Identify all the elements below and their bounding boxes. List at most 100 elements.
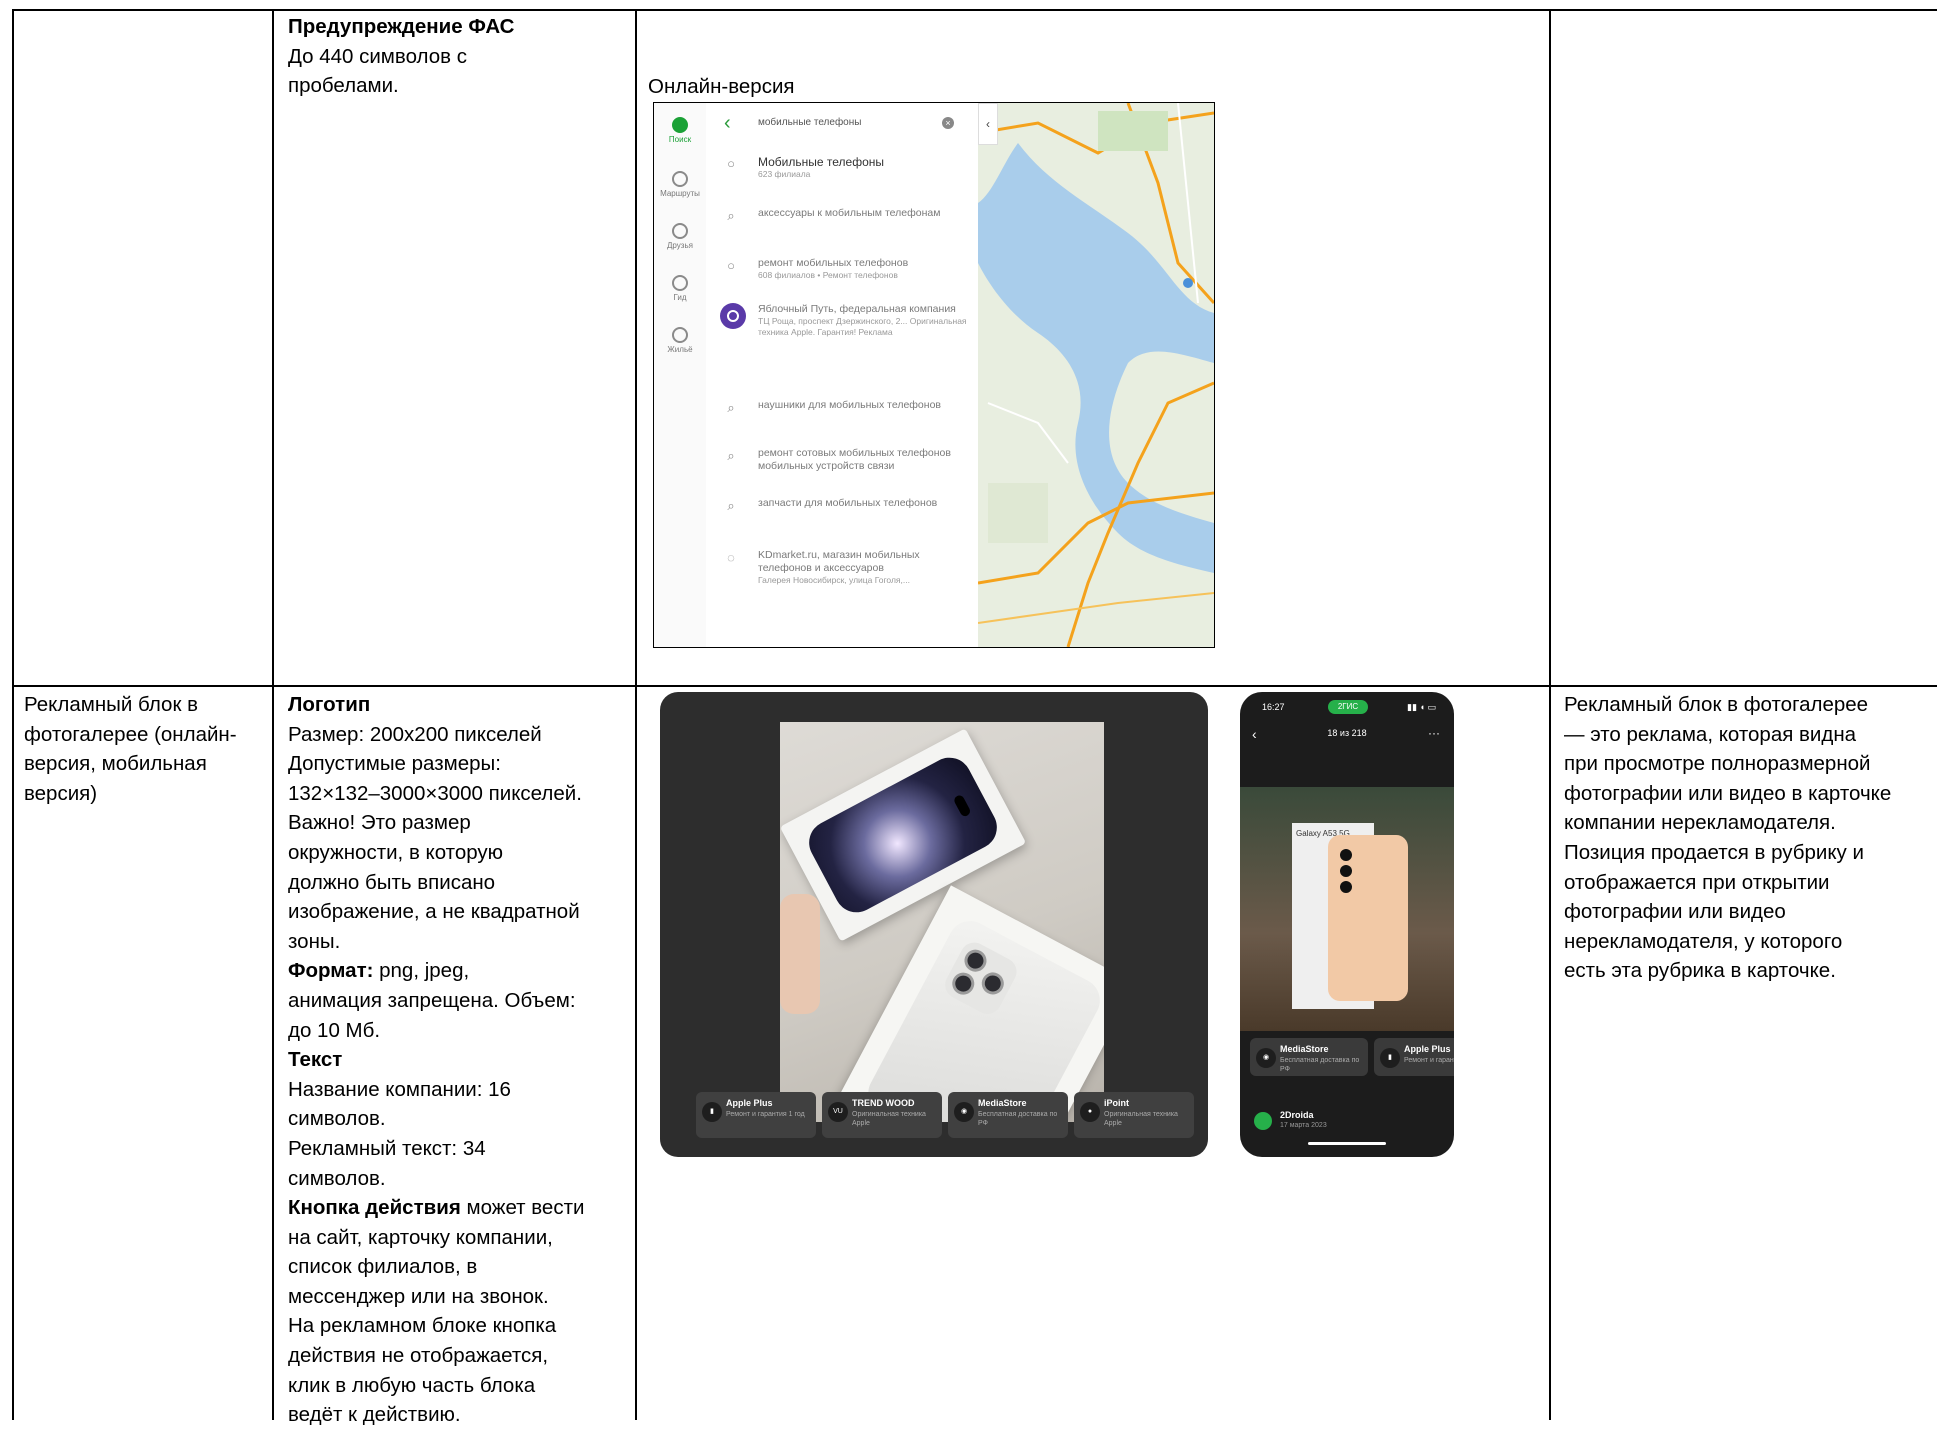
suggestion-text: наушники для мобильных телефонов <box>758 399 941 411</box>
format-label: Формат: <box>288 959 374 983</box>
gallery-ad-card[interactable]: VU TREND WOOD Оригинальная техника Apple <box>822 1092 942 1138</box>
rail-item-routes[interactable]: Маршруты <box>654 171 706 198</box>
iphone-screen <box>801 749 1005 921</box>
gallery-ad-strip: ▮ Apple Plus Ремонт и гарантия 1 год VU … <box>696 1092 1196 1140</box>
action-line: мессенджер или на звонок. <box>288 1284 549 1308</box>
ad-company-name: TREND WOOD <box>852 1098 915 1108</box>
suggestion-text: ремонт сотовых мобильных телефонов мобил… <box>758 447 951 472</box>
rail-item-housing[interactable]: Жильё <box>654 327 706 354</box>
suggestion-item[interactable]: ⌕ ремонт сотовых мобильных телефонов моб… <box>706 447 978 487</box>
suggestion-item[interactable]: ○ Мобильные телефоны 623 филиала <box>706 155 978 195</box>
description-line: Рекламный блок в фотогалерее <box>1564 693 1869 716</box>
home-indicator <box>1308 1142 1386 1145</box>
apple-plus-logo: ▮ <box>702 1102 722 1122</box>
logo-line: Размер: 200х200 пикселей <box>288 722 542 746</box>
text-heading: Текст <box>288 1048 343 1072</box>
collapse-panel-button[interactable]: ‹ <box>978 103 998 145</box>
ipoint-logo: ● <box>1080 1102 1100 1122</box>
camera-lens <box>960 945 991 976</box>
gallery-ad-card[interactable]: ◉ MediaStore Бесплатная доставка по РФ <box>1250 1038 1368 1076</box>
more-icon[interactable]: ··· <box>1428 726 1440 740</box>
text-line: Рекламный текст: 34 <box>288 1136 486 1160</box>
ad-company-name: Apple Plus <box>726 1098 773 1108</box>
gallery-ad-card[interactable]: ▮ Apple Plus Ремонт и гарантия 1 год <box>1374 1038 1454 1076</box>
logo-line: Допустимые размеры: <box>288 752 501 776</box>
logo-line: 132×132–3000×3000 пикселей. <box>288 781 582 805</box>
gallery-ad-card[interactable]: ▮ Apple Plus Ремонт и гарантия 1 год <box>696 1092 816 1138</box>
description-line: Позиция продается в рубрику и <box>1564 840 1864 864</box>
rail-label: Гид <box>673 293 687 302</box>
fas-warning-line: До 440 символов с <box>288 44 467 68</box>
description-cell: Рекламный блок в фотогалерее — это рекла… <box>1564 690 1891 986</box>
ad-text: Оригинальная техника Apple <box>852 1111 926 1127</box>
action-line: клик в любую часть блока <box>288 1373 536 1397</box>
status-time: 16:27 <box>1262 702 1285 712</box>
table-col-divider-3 <box>1549 9 1551 1420</box>
ad-company-name: Apple Plus <box>1404 1044 1451 1054</box>
ad-company-name: MediaStore <box>1280 1044 1329 1054</box>
search-input[interactable]: мобильные телефоны <box>758 117 861 128</box>
gallery-ad-card[interactable]: ● iPoint Оригинальная техника Apple <box>1074 1092 1194 1138</box>
search-pin-icon <box>672 117 688 133</box>
logo-line: Важно! Это размер <box>288 811 471 835</box>
suggestion-text: ремонт мобильных телефонов 608 филиалов •… <box>758 257 909 280</box>
avatar <box>1254 1112 1272 1130</box>
requirements-cell: Логотип Размер: 200х200 пикселей Допусти… <box>288 690 584 1430</box>
table-col-divider-2 <box>635 9 637 1420</box>
text-line: символов. <box>288 1107 386 1131</box>
trend-wood-logo: VU <box>828 1102 848 1122</box>
gallery-ad-strip: ◉ MediaStore Бесплатная доставка по РФ ▮… <box>1250 1038 1454 1078</box>
suggestion-text: Мобильные телефоны 623 филиала <box>758 155 885 179</box>
signal-icon: ▮▮ ◖ ▭ <box>1407 702 1436 712</box>
description-line: — это реклама, которая видна <box>1564 722 1857 746</box>
search-row: ‹ мобильные телефоны × <box>706 111 978 139</box>
rail-label: Поиск <box>668 135 692 144</box>
rail-item-search[interactable]: Поиск <box>654 117 706 144</box>
pin-icon: ◌ <box>727 550 735 565</box>
clear-search-icon[interactable]: × <box>942 117 954 129</box>
suggestion-item[interactable]: ⌕ аксессуары к мобильным телефонам <box>706 207 978 247</box>
suggestion-item[interactable]: ⌕ запчасти для мобильных телефонов <box>706 497 978 537</box>
author-name: 2Droida <box>1280 1110 1314 1120</box>
action-line: ведёт к действию. <box>288 1403 461 1427</box>
action-line: список филиалов, в <box>288 1255 478 1279</box>
mediastore-logo: ◉ <box>954 1102 974 1122</box>
ad-text: Ремонт и гарантия 1 год <box>726 1111 805 1118</box>
ad-block-title-cell: Рекламный блок в фотогалерее (онлайн- ве… <box>24 690 237 808</box>
camera-lens <box>1340 849 1352 861</box>
suggestion-item-ad[interactable]: Яблочный Путь, федеральная компания ТЦ Ро… <box>706 303 978 383</box>
route-icon <box>672 171 688 187</box>
gallery-photo[interactable] <box>780 722 1104 1122</box>
back-arrow-icon[interactable]: ‹ <box>724 113 731 133</box>
action-value: может вести <box>460 1196 585 1220</box>
online-version-caption: Онлайн-версия <box>648 75 795 98</box>
gallery-ad-card[interactable]: ◉ MediaStore Бесплатная доставка по РФ <box>948 1092 1068 1138</box>
suggestion-item[interactable]: ⌕ наушники для мобильных телефонов <box>706 399 978 439</box>
ad-company-name: iPoint <box>1104 1098 1129 1108</box>
document-page: Предупреждение ФАС До 440 символов с про… <box>0 0 1937 1426</box>
ad-block-title-line: Рекламный блок в <box>24 693 198 716</box>
suggestion-item[interactable]: ○ ремонт мобильных телефонов 608 филиалов… <box>706 257 978 297</box>
gallery-photo[interactable]: Galaxy A53 5G <box>1240 787 1454 1031</box>
map-view[interactable] <box>978 103 1214 647</box>
app-pill: 2ГИС <box>1328 700 1368 714</box>
camera-lens <box>1340 881 1352 893</box>
table-border-top <box>12 9 1937 11</box>
side-rail: Поиск Маршруты Друзья Гид Жильё <box>654 103 707 647</box>
rail-label: Жильё <box>667 345 693 354</box>
search-icon: ⌕ <box>727 498 735 513</box>
logo-heading: Логотип <box>288 693 371 716</box>
ad-block-title-line: версия) <box>24 781 98 805</box>
action-line: действия не отображается, <box>288 1344 549 1368</box>
search-icon: ⌕ <box>727 208 735 223</box>
description-line: есть эта рубрика в карточке. <box>1564 959 1836 983</box>
ad-block-title-line: версия, мобильная <box>24 752 207 776</box>
description-line: отображается при открытии <box>1564 870 1830 894</box>
suggestion-item[interactable]: ◌ KDmarket.ru, магазин мобильных телефон… <box>706 549 978 605</box>
action-label: Кнопка действия <box>288 1196 461 1220</box>
rail-item-friends[interactable]: Друзья <box>654 223 706 250</box>
ad-text: Бесплатная доставка по РФ <box>1280 1057 1360 1073</box>
format-line: Формат: png, jpeg, <box>288 956 584 986</box>
rail-item-guide[interactable]: Гид <box>654 275 706 302</box>
photo-author[interactable]: 2Droida 17 марта 2023 <box>1250 1110 1440 1138</box>
